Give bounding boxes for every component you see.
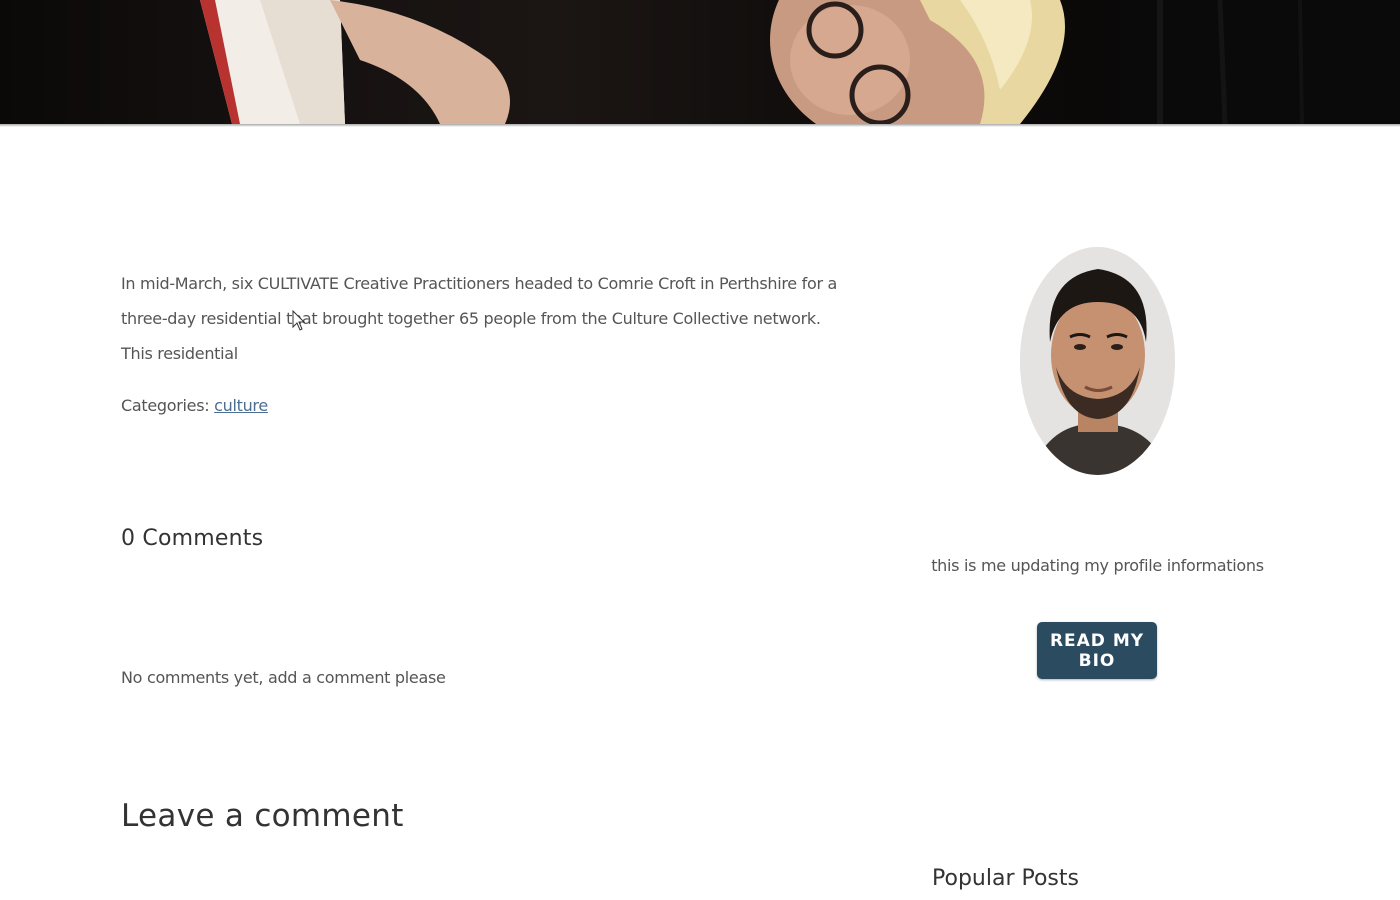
popular-posts-heading: Popular Posts (932, 866, 1079, 891)
hero-divider (0, 124, 1400, 127)
leave-comment-heading: Leave a comment (121, 798, 404, 834)
no-comments-message: No comments yet, add a comment please (121, 668, 446, 687)
categories-label: Categories: (121, 396, 215, 415)
read-my-bio-button[interactable]: READ MY BIO (1037, 622, 1157, 679)
page: In mid-March, six CULTIVATE Creative Pra… (0, 0, 1400, 900)
avatar-photo (1020, 247, 1175, 475)
article-categories: Categories: culture (121, 396, 268, 415)
comments-count: 0 Comments (121, 526, 264, 551)
mouse-pointer-icon (292, 310, 306, 331)
hero-photo (200, 0, 1400, 124)
author-avatar (1020, 247, 1175, 475)
category-link-culture[interactable]: culture (214, 396, 268, 415)
hero-image (0, 0, 1400, 124)
article-excerpt: In mid-March, six CULTIVATE Creative Pra… (121, 274, 838, 363)
author-bio-text: this is me updating my profile informati… (931, 556, 1264, 575)
